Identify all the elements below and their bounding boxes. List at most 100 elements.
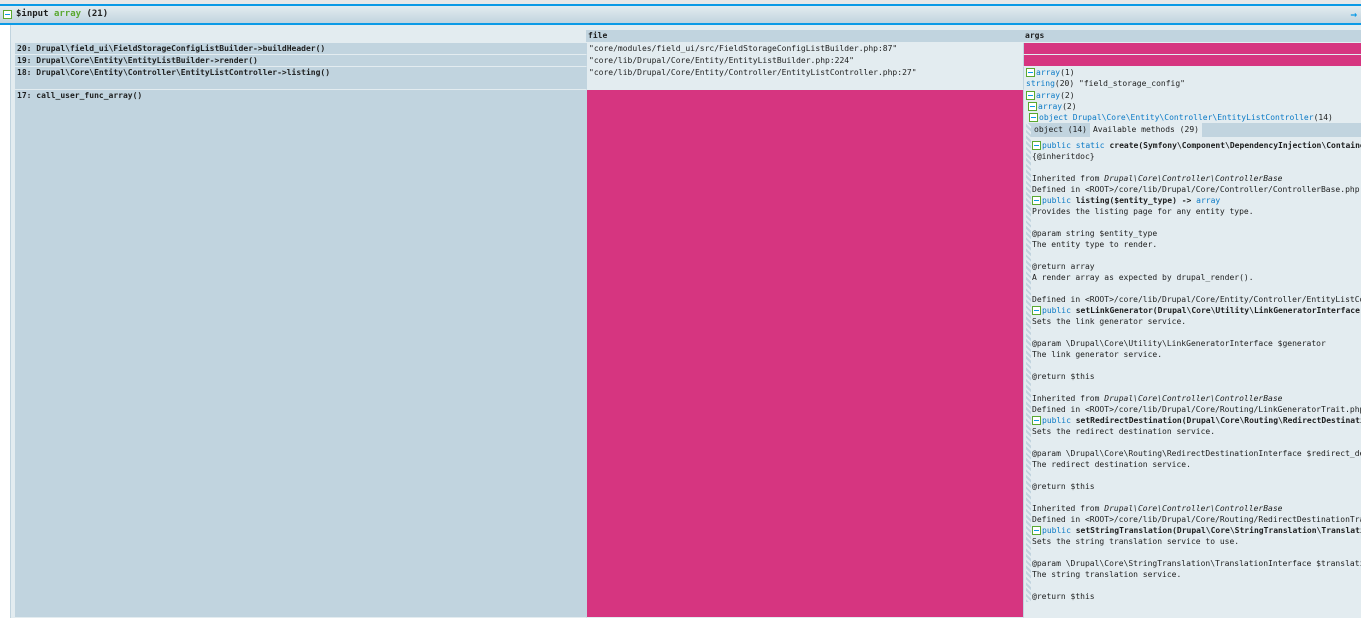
collapse-toggle-icon[interactable] [3,10,12,19]
method-name: setRedirectDestination(Drupal\Core\Routi… [1075,416,1361,425]
inherited-class-clip: @INH:Drupal\Core\Controller\ControllerBa… [1104,503,1282,514]
method-signature[interactable]: public listing($entity_type) -> array [1026,195,1361,206]
tab-bar: object (14) Available methods (29) [1031,123,1361,137]
method-signature[interactable]: public setRedirectDestination(Drupal\Cor… [1026,415,1361,426]
method-doc-line [1026,470,1361,481]
method-doc-line: @param \Drupal\Core\StringTranslation\Tr… [1032,559,1361,568]
expand-toggle-icon[interactable] [1032,306,1041,315]
args-column: args array(1) string(20) "field_storage_… [1023,25,1361,618]
method-doc-line: The string translation service. [1032,570,1182,579]
inherited-class: @INH:Drupal\Core\Controller\ControllerBa… [1104,504,1283,513]
method-modifier: public [1042,416,1071,425]
method-doc-line [1026,327,1361,338]
arg-type: array [1036,68,1061,77]
method-doc-line [1026,437,1361,448]
var-count: (21) [86,9,109,19]
object-count: (14) [1313,113,1333,122]
inherited-from-line: Inherited from @INH:Drupal\Core\Controll… [1026,503,1361,514]
method-doc-line [1026,547,1361,558]
method-doc-line: @return $this [1032,372,1095,381]
expand-toggle-icon[interactable] [1026,91,1035,100]
expand-toggle-icon[interactable] [1029,113,1038,122]
value: "field_storage_config" [1079,79,1185,88]
table-row[interactable]: 19: Drupal\Core\Entity\EntityListBuilder… [15,55,586,67]
column-header-file[interactable]: file [586,30,1023,42]
method-doc-line: Defined in <ROOT>/core/lib/Drupal/Core/C… [1032,185,1360,194]
file-cell: "core/lib/Drupal/Core/Entity/Controller/… [586,67,1023,90]
kint-header[interactable]: $input array (21) → [0,4,1361,25]
inherited-class-clip: @INH:Drupal\Core\Controller\ControllerBa… [1104,173,1282,184]
method-doc-line: @return $this [1032,592,1095,601]
args-cell: array(1) string(20) "field_storage_confi… [1023,67,1361,90]
method-doc-line [1026,250,1361,261]
method-doc-line: {@inheritdoc} [1032,152,1095,161]
var-name: $input [16,9,49,19]
method-doc-line [1026,283,1361,294]
trace-table: 20: Drupal\field_ui\FieldStorageConfigLi… [10,25,1361,618]
inherited-label: Inherited from [1032,504,1105,513]
method-modifier: public static [1042,141,1105,150]
tab-available-methods[interactable]: Available methods (29) [1089,123,1202,137]
method-doc-line: A render array as expected by drupal_ren… [1032,273,1254,282]
column-header-args[interactable]: args [1023,30,1361,42]
args-cell-empty [1023,55,1361,67]
method-doc-line [1026,162,1361,173]
frame-column: 20: Drupal\field_ui\FieldStorageConfigLi… [15,25,586,618]
method-doc-line [1026,492,1361,503]
file-cell: "core/modules/field_ui/src/FieldStorageC… [586,43,1023,55]
expand-toggle-icon[interactable] [1032,526,1041,535]
method-doc-line: @return array [1032,262,1095,271]
value-type: string [1026,79,1055,88]
method-name: setLinkGenerator(Drupal\Core\Utility\Lin… [1075,306,1360,315]
method-doc-line: The redirect destination service. [1032,460,1191,469]
method-name: setStringTranslation(Drupal\Core\StringT… [1075,526,1361,535]
inherited-class: @INH:Drupal\Core\Controller\ControllerBa… [1104,174,1283,183]
inherited-from-line: Inherited from @INH:Drupal\Core\Controll… [1026,173,1361,184]
file-column: file "core/modules/field_ui/src/FieldSto… [586,25,1023,618]
nesting-indicator [1026,123,1031,602]
arg-count: (1) [1060,68,1075,77]
inherited-from-line: Inherited from @INH:Drupal\Core\Controll… [1026,393,1361,404]
file-cell: "core/lib/Drupal/Core/Entity/EntityListB… [586,55,1023,67]
method-doc-line: Defined in <ROOT>/core/lib/Drupal/Core/R… [1032,405,1361,414]
method-name: listing($entity_type) -> [1075,196,1197,205]
method-signature[interactable]: public setLinkGenerator(Drupal\Core\Util… [1026,305,1361,316]
object-class: Drupal\Core\Entity\Controller\EntityList… [1072,113,1314,122]
method-doc-line: Provides the listing page for any entity… [1032,207,1254,216]
object-keyword: object [1039,113,1068,122]
arg-type: array [1038,102,1063,111]
args-cell: array(2) array(2) object Drupal\Core\Ent… [1023,90,1361,618]
method-modifier: public [1042,306,1071,315]
return-type: array [1196,196,1221,205]
arg-count: (2) [1060,91,1075,100]
methods-list: public static create(Symfony\Component\D… [1026,140,1361,602]
expand-toggle-icon[interactable] [1032,196,1041,205]
method-modifier: public [1042,196,1071,205]
method-doc-line: Sets the string translation service to u… [1032,537,1240,546]
value-length: (20) [1054,79,1075,88]
expand-toggle-icon[interactable] [1032,416,1041,425]
method-doc-line: The entity type to render. [1032,240,1158,249]
method-doc-line: Defined in <ROOT>/core/lib/Drupal/Core/R… [1032,515,1361,524]
tab-object[interactable]: object (14) [1031,123,1090,137]
table-row[interactable]: 18: Drupal\Core\Entity\Controller\Entity… [15,67,586,90]
arg-type: array [1036,91,1061,100]
method-doc-line: @return $this [1032,482,1095,491]
method-signature[interactable]: public static create(Symfony\Component\D… [1026,140,1361,151]
method-doc-line: Defined in <ROOT>/core/lib/Drupal/Core/E… [1032,295,1361,304]
method-doc-line [1026,360,1361,371]
args-cell-empty [1023,43,1361,55]
method-doc-line [1026,382,1361,393]
table-row[interactable]: 20: Drupal\field_ui\FieldStorageConfigLi… [15,43,586,55]
expand-toggle-icon[interactable] [1032,141,1041,150]
method-doc-line [1026,580,1361,591]
method-doc-line: @param \Drupal\Core\Utility\LinkGenerato… [1032,339,1326,348]
method-doc-line: Sets the redirect destination service. [1032,427,1216,436]
inherited-label: Inherited from [1032,394,1105,403]
expand-toggle-icon[interactable] [1026,68,1035,77]
arrow-right-icon[interactable]: → [1350,6,1357,23]
table-row[interactable]: 17: call_user_func_array() [15,90,586,618]
method-signature[interactable]: public setStringTranslation(Drupal\Core\… [1026,525,1361,536]
inherited-class: @INH:Drupal\Core\Controller\ControllerBa… [1104,394,1283,403]
expand-toggle-icon[interactable] [1028,102,1037,111]
